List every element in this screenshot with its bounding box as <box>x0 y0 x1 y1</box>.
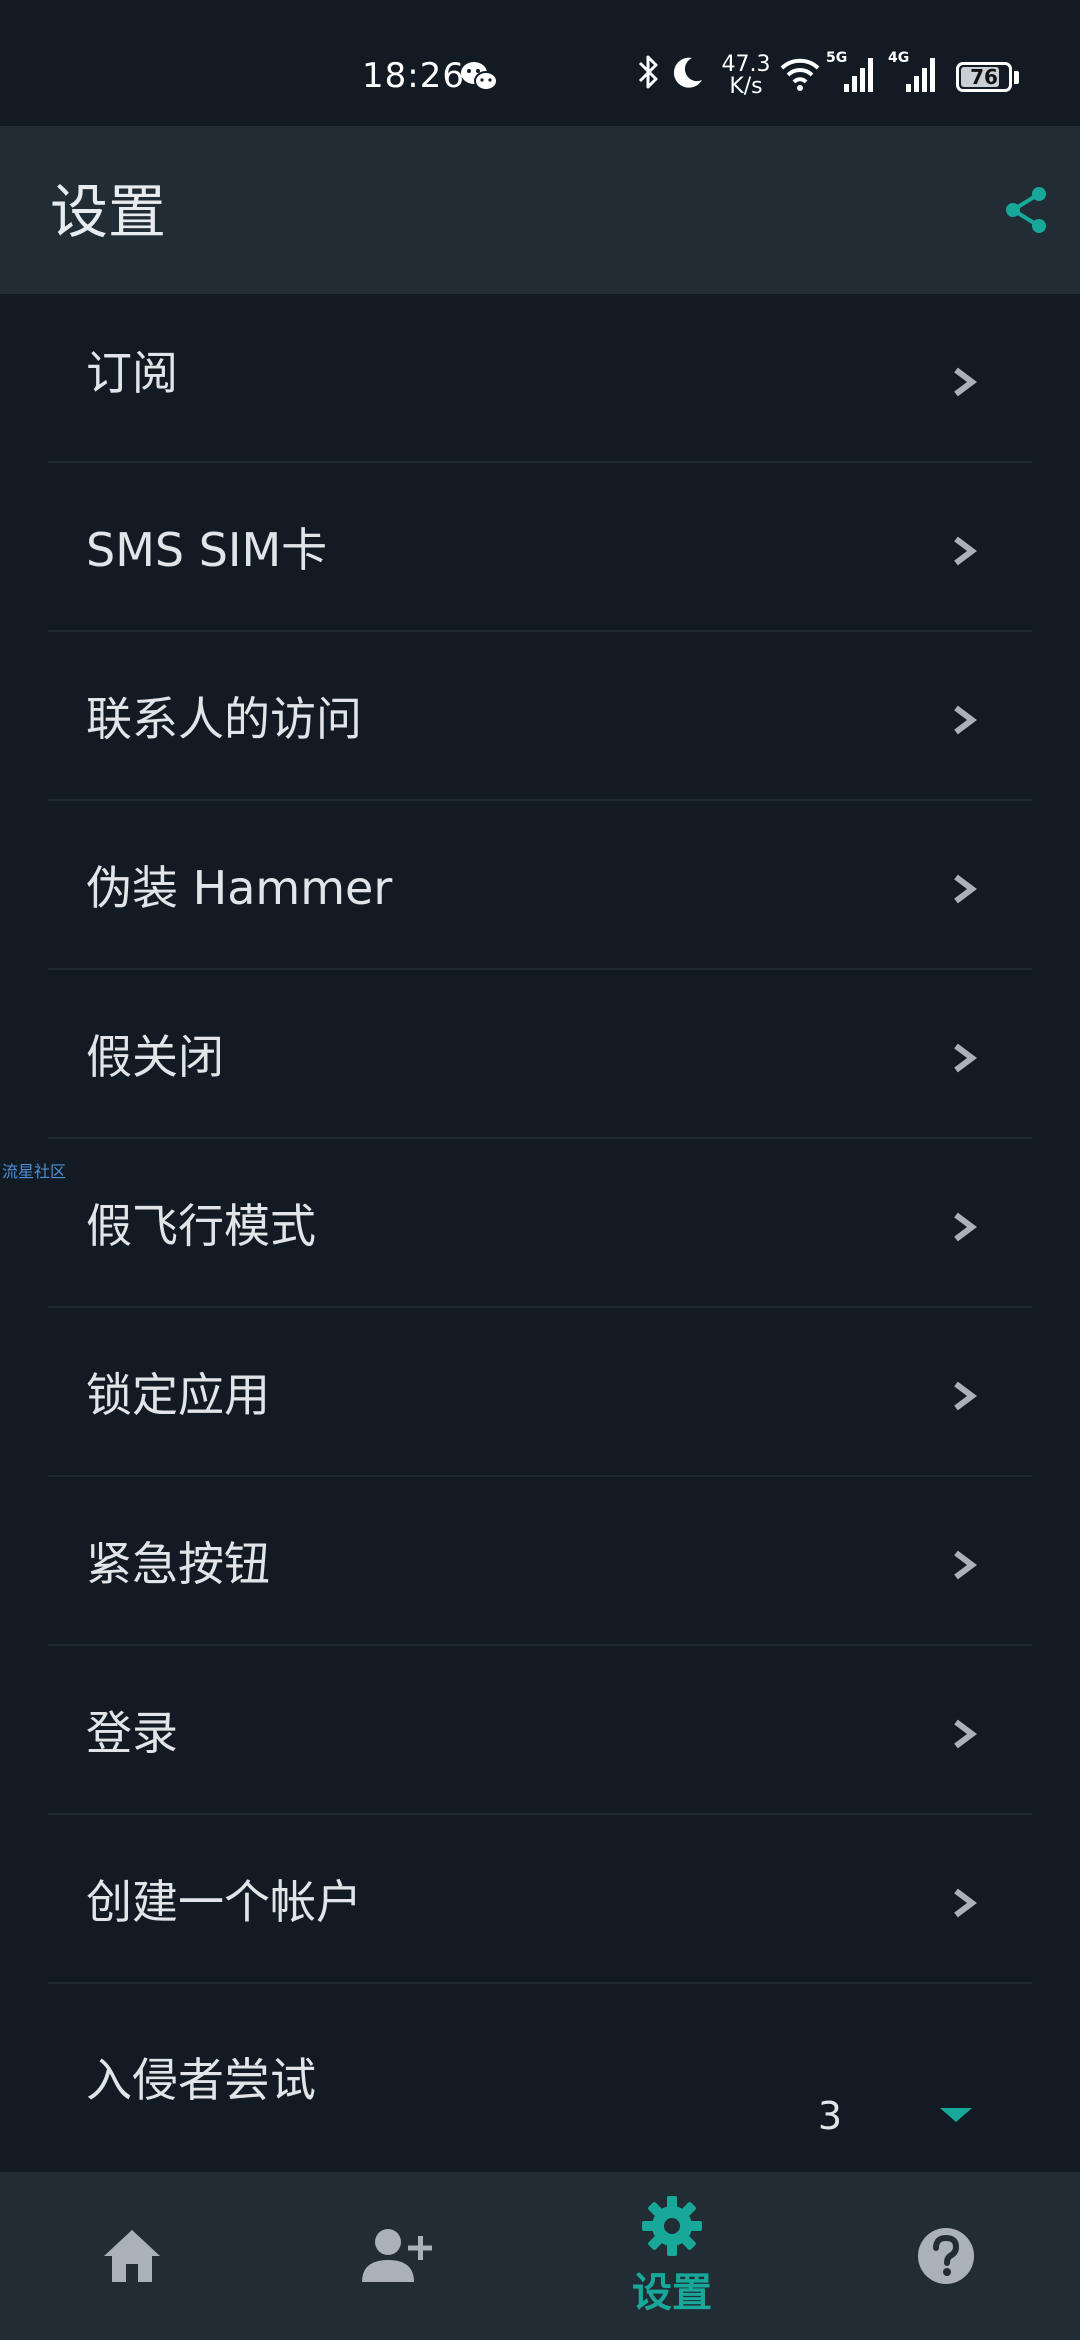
bottom-navigation: 设置 <box>0 2172 1080 2340</box>
chevron-right-icon <box>954 1212 977 1241</box>
settings-item-fake-shutdown[interactable]: 假关闭 <box>48 970 1032 1139</box>
add-person-icon <box>362 2229 432 2282</box>
settings-item-label: 伪装 Hammer <box>86 860 393 915</box>
settings-item-label: 锁定应用 <box>86 1367 270 1422</box>
share-icon <box>1006 187 1046 233</box>
settings-item-label: 入侵者尝试 <box>86 2053 316 2107</box>
settings-list: 订阅 SMS SIM卡 联系人的访问 伪装 Hammer 假关闭 假飞行模式 锁… <box>0 294 1080 2153</box>
signal-bars-1-icon <box>844 58 873 92</box>
settings-item-label: 假飞行模式 <box>86 1198 316 1253</box>
status-time: 18:26 <box>362 56 465 96</box>
settings-item-label: 紧急按钮 <box>86 1536 270 1591</box>
chevron-right-icon <box>954 1719 977 1748</box>
settings-item-disguise-hammer[interactable]: 伪装 Hammer <box>48 801 1032 970</box>
settings-item-contacts-access[interactable]: 联系人的访问 <box>48 632 1032 801</box>
share-button[interactable] <box>998 180 1054 240</box>
nav-home[interactable] <box>52 2172 212 2340</box>
chevron-right-icon <box>954 536 977 565</box>
chevron-right-icon <box>954 1888 977 1917</box>
nav-settings-label: 设置 <box>632 2270 712 2316</box>
signal-bars-2-icon <box>906 58 935 92</box>
settings-item-label: 假关闭 <box>86 1029 224 1084</box>
settings-item-label: 登录 <box>86 1705 178 1760</box>
settings-item-label: SMS SIM卡 <box>86 522 328 577</box>
settings-item-fake-airplane-mode[interactable]: 假飞行模式 <box>48 1139 1032 1308</box>
settings-item-subscription[interactable]: 订阅 <box>48 294 1032 463</box>
status-bar: 18:26 47.3 K/s 5G 4G 76 <box>0 0 1080 126</box>
chevron-right-icon <box>954 874 977 903</box>
settings-item-intruder-attempts[interactable]: 入侵者尝试 3 <box>48 1984 1032 2153</box>
nav-settings[interactable]: 设置 <box>592 2172 752 2340</box>
chevron-right-icon <box>954 1550 977 1579</box>
chevron-right-icon <box>954 367 977 396</box>
do-not-disturb-moon-icon <box>673 57 702 88</box>
settings-item-create-account[interactable]: 创建一个帐户 <box>48 1815 1032 1984</box>
app-bar: 设置 <box>0 126 1080 294</box>
intruder-attempts-value[interactable]: 3 <box>818 2094 842 2138</box>
page-title: 设置 <box>50 178 167 246</box>
nav-add-contact[interactable] <box>316 2172 476 2340</box>
network-speed: 47.3 K/s <box>721 52 771 99</box>
settings-item-login[interactable]: 登录 <box>48 1646 1032 1815</box>
help-icon <box>918 2228 974 2284</box>
watermark: 流星社区 <box>2 1162 67 1181</box>
nav-help[interactable] <box>866 2172 1026 2340</box>
wechat-icon <box>461 62 498 91</box>
battery-icon: 76 <box>956 62 1012 92</box>
gear-icon <box>642 2196 702 2256</box>
dropdown-caret-icon[interactable] <box>938 2104 974 2126</box>
chevron-right-icon <box>954 705 977 734</box>
battery-level: 76 <box>970 65 998 89</box>
wifi-icon <box>780 58 820 91</box>
home-icon <box>104 2230 160 2282</box>
settings-item-label: 创建一个帐户 <box>86 1874 362 1929</box>
chevron-right-icon <box>954 1043 977 1072</box>
settings-item-panic-button[interactable]: 紧急按钮 <box>48 1477 1032 1646</box>
bluetooth-icon <box>638 55 658 89</box>
settings-item-lock-apps[interactable]: 锁定应用 <box>48 1308 1032 1477</box>
battery-cap <box>1014 71 1019 84</box>
status-icons: 47.3 K/s 5G 4G 76 <box>630 50 1050 102</box>
chevron-right-icon <box>954 1381 977 1410</box>
settings-item-sms-sim[interactable]: SMS SIM卡 <box>48 463 1032 632</box>
settings-item-label: 订阅 <box>86 345 178 400</box>
settings-item-label: 联系人的访问 <box>86 691 362 746</box>
